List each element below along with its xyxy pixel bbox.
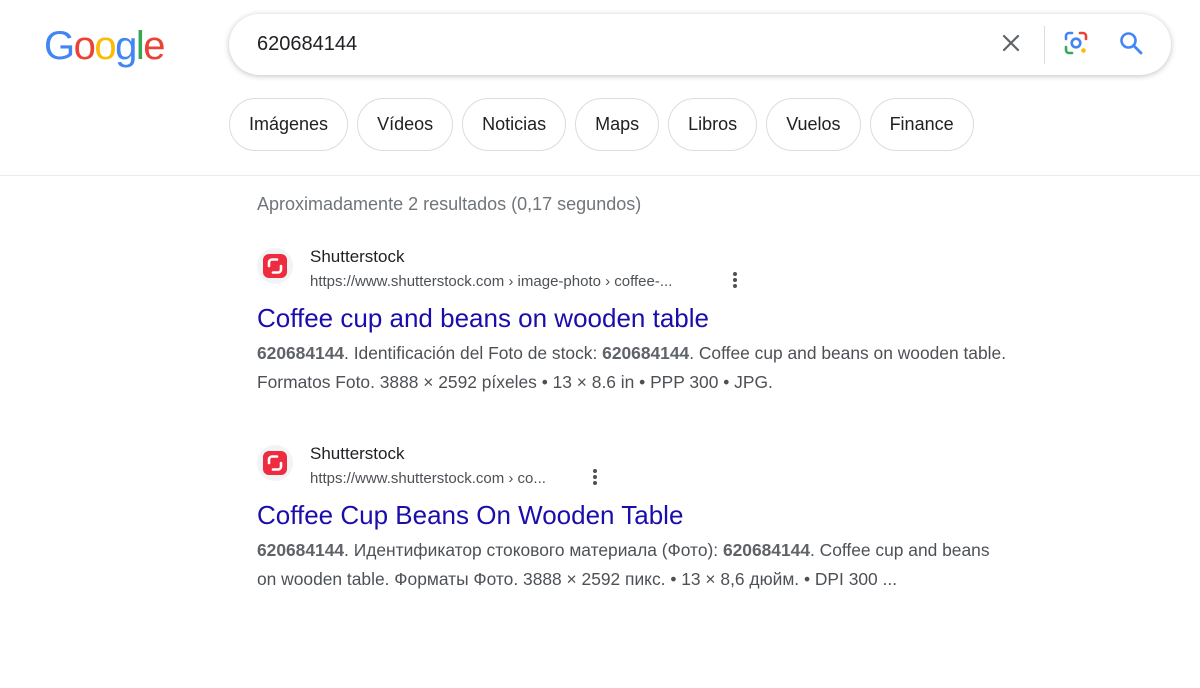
chip-images[interactable]: Imágenes	[229, 98, 349, 151]
result-snippet: 620684144. Идентификатор стокового матер…	[257, 536, 1097, 594]
snippet-text: Formatos Foto. 3888 × 2592 píxeles • 13 …	[257, 372, 773, 392]
more-vertical-icon	[592, 468, 598, 491]
snippet-highlight: 620684144	[602, 343, 690, 363]
result-options-button[interactable]	[725, 271, 745, 293]
search-icon	[1118, 30, 1144, 61]
more-vertical-icon	[732, 271, 738, 294]
shutterstock-logo-icon	[257, 445, 293, 481]
logo-letter: e	[143, 24, 165, 68]
shutterstock-logo-icon	[257, 248, 293, 284]
result-site-name: Shutterstock	[310, 444, 405, 463]
snippet-text: . Identificación del Foto de stock:	[344, 343, 603, 363]
google-lens-icon	[1062, 29, 1090, 62]
snippet-highlight: 620684144	[722, 540, 810, 560]
snippet-line: on wooden table. Форматы Фото. 3888 × 25…	[257, 565, 1097, 594]
close-icon	[999, 31, 1023, 60]
search-box	[229, 14, 1171, 75]
logo-letter: g	[115, 24, 137, 68]
snippet-line: Formatos Foto. 3888 × 2592 píxeles • 13 …	[257, 368, 1097, 397]
chip-finance[interactable]: Finance	[869, 98, 974, 151]
snippet-text: . Coffee cup and beans on wooden table.	[689, 343, 1007, 363]
search-input[interactable]	[257, 14, 977, 75]
logo-letter: G	[44, 24, 75, 68]
chip-videos[interactable]: Vídeos	[357, 98, 454, 151]
snippet-line: 620684144. Идентификатор стокового матер…	[257, 536, 1097, 565]
chip-maps[interactable]: Maps	[575, 98, 660, 151]
chip-flights[interactable]: Vuelos	[766, 98, 861, 151]
result-snippet: 620684144. Identificación del Foto de st…	[257, 339, 1097, 397]
snippet-text: on wooden table. Форматы Фото. 3888 × 25…	[257, 569, 898, 589]
search-result: Shutterstock https://www.shutterstock.co…	[257, 243, 1097, 397]
google-logo[interactable]: Google	[44, 22, 165, 70]
result-source[interactable]: Shutterstock https://www.shutterstock.co…	[257, 440, 1097, 496]
result-stats: Aproximadamente 2 resultados (0,17 segun…	[257, 194, 642, 214]
result-url: https://www.shutterstock.com › co...	[310, 470, 546, 487]
logo-letter: o	[94, 24, 116, 68]
result-title-link[interactable]: Coffee Cup Beans On Wooden Table	[257, 498, 1097, 532]
logo-letter: l	[135, 24, 145, 68]
search-results-page: Google 620684144 Imágenes Vídeos Noticia…	[0, 0, 1200, 688]
logo-letter: o	[73, 24, 96, 68]
google-lens-button[interactable]	[1058, 27, 1094, 63]
chip-books[interactable]: Libros	[668, 98, 758, 151]
search-box-divider	[1044, 26, 1045, 64]
header-divider	[0, 175, 1200, 176]
result-url: https://www.shutterstock.com › image-pho…	[310, 273, 673, 290]
search-filter-chips: Imágenes Vídeos Noticias Maps Libros Vue…	[229, 98, 974, 151]
snippet-text: . Coffee cup and beans	[810, 540, 990, 560]
result-site-name: Shutterstock	[310, 247, 405, 266]
result-source[interactable]: Shutterstock https://www.shutterstock.co…	[257, 243, 1097, 299]
snippet-line: 620684144. Identificación del Foto de st…	[257, 339, 1097, 368]
snippet-highlight: 620684144	[257, 540, 345, 560]
result-title-link[interactable]: Coffee cup and beans on wooden table	[257, 301, 1097, 335]
chip-news[interactable]: Noticias	[462, 98, 567, 151]
clear-search-button[interactable]	[993, 27, 1029, 63]
snippet-highlight: 620684144	[257, 343, 345, 363]
result-options-button[interactable]	[585, 468, 605, 490]
search-result: Shutterstock https://www.shutterstock.co…	[257, 440, 1097, 594]
snippet-text: . Идентификатор стокового материала (Фот…	[344, 540, 723, 560]
search-button[interactable]	[1113, 27, 1149, 63]
